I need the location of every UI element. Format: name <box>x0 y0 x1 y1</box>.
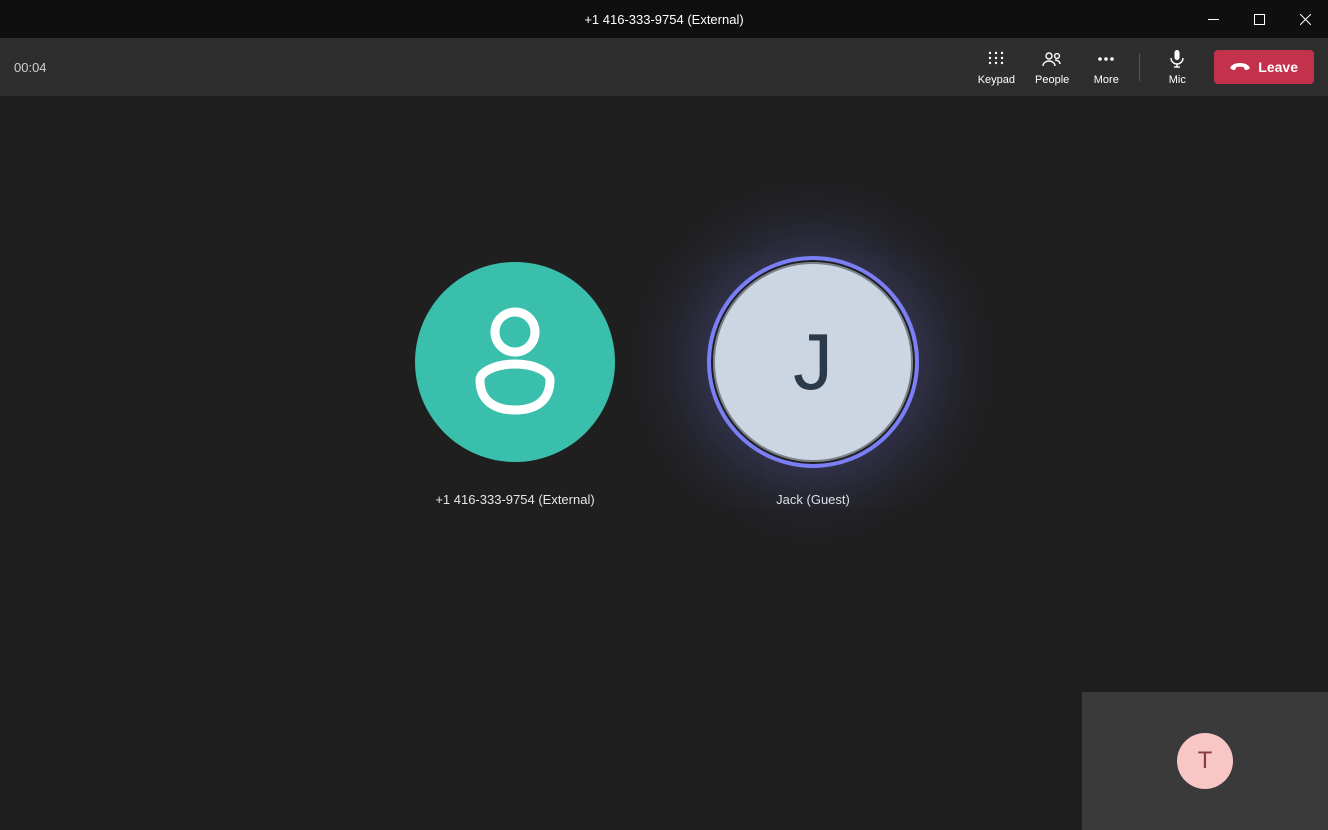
maximize-icon <box>1254 14 1265 25</box>
people-button[interactable]: People <box>1025 38 1079 96</box>
more-icon <box>1097 48 1115 70</box>
call-stage: +1 416-333-9754 (External) J Jack (Guest… <box>0 96 1328 830</box>
avatar-wrap <box>409 256 621 468</box>
call-toolbar: 00:04 Keypad <box>0 38 1328 96</box>
participant-name: +1 416-333-9754 (External) <box>435 492 594 507</box>
minimize-button[interactable] <box>1190 0 1236 38</box>
people-label: People <box>1035 74 1069 86</box>
close-button[interactable] <box>1282 0 1328 38</box>
call-timer: 00:04 <box>14 60 47 75</box>
person-icon <box>460 302 570 422</box>
toolbar-divider <box>1139 53 1140 81</box>
keypad-button[interactable]: Keypad <box>968 38 1025 96</box>
window-title: +1 416-333-9754 (External) <box>584 12 743 27</box>
self-preview[interactable]: T <box>1082 692 1328 830</box>
mic-label: Mic <box>1169 74 1186 86</box>
more-button[interactable]: More <box>1079 38 1133 96</box>
participants-container: +1 416-333-9754 (External) J Jack (Guest… <box>0 256 1328 507</box>
leave-button[interactable]: Leave <box>1214 50 1314 84</box>
people-icon <box>1042 48 1062 70</box>
avatar <box>415 262 615 462</box>
window-controls <box>1190 0 1328 38</box>
self-avatar-initial: T <box>1198 747 1213 775</box>
maximize-button[interactable] <box>1236 0 1282 38</box>
participant-tile[interactable]: +1 416-333-9754 (External) <box>395 256 635 507</box>
avatar-inner-ring <box>713 262 913 462</box>
leave-label: Leave <box>1258 59 1298 75</box>
hangup-icon <box>1230 61 1250 73</box>
self-avatar: T <box>1177 733 1233 789</box>
keypad-icon <box>988 48 1004 70</box>
avatar-wrap: J <box>707 256 919 468</box>
more-label: More <box>1094 74 1119 86</box>
mic-icon <box>1170 48 1184 70</box>
call-window: +1 416-333-9754 (External) 00:04 <box>0 0 1328 830</box>
minimize-icon <box>1208 14 1219 25</box>
participant-tile[interactable]: J Jack (Guest) <box>693 256 933 507</box>
toolbar-actions: Keypad People <box>968 38 1314 96</box>
mic-button[interactable]: Mic <box>1150 38 1204 96</box>
keypad-label: Keypad <box>978 74 1015 86</box>
titlebar: +1 416-333-9754 (External) <box>0 0 1328 38</box>
close-icon <box>1300 14 1311 25</box>
avatar: J <box>713 262 913 462</box>
participant-name: Jack (Guest) <box>776 492 850 507</box>
